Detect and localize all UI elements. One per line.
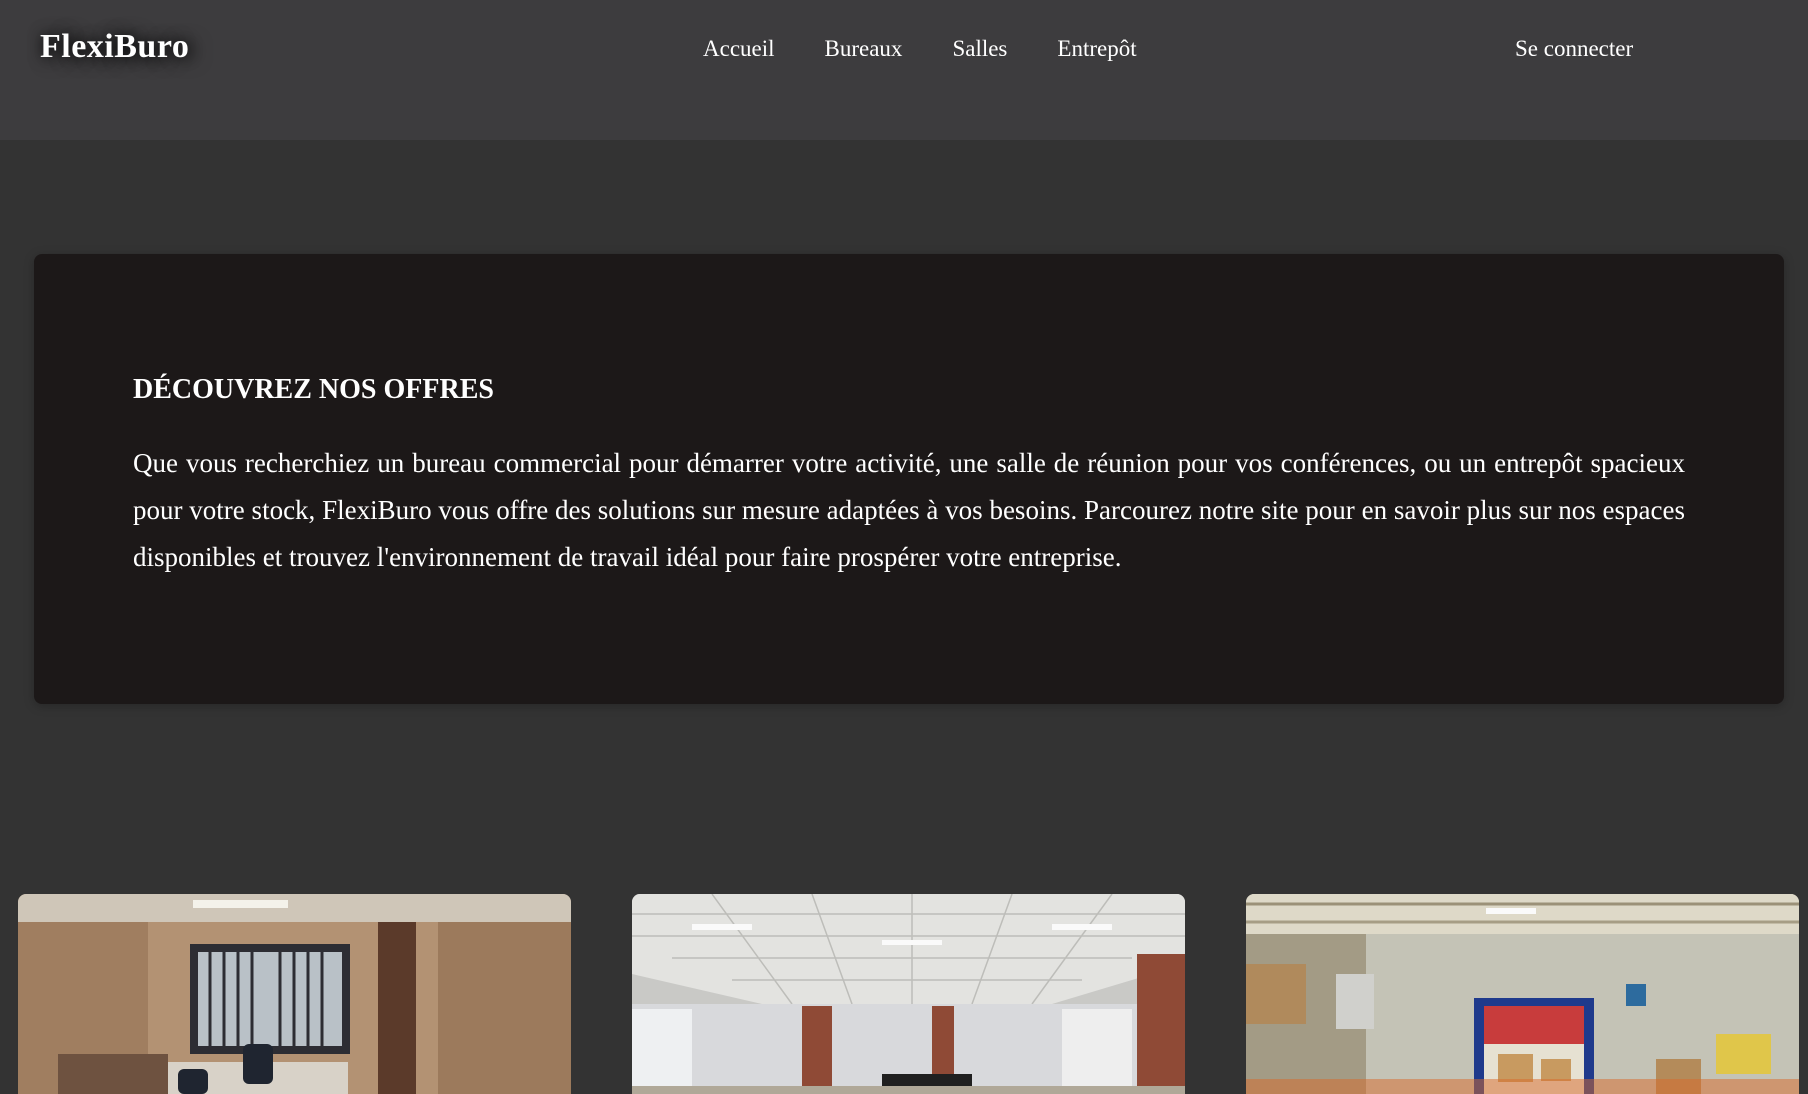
site-header: FlexiBuro Accueil Bureaux Salles Entrepô… [0, 0, 1808, 140]
nav-link-bureaux[interactable]: Bureaux [825, 36, 903, 62]
nav-link-salles[interactable]: Salles [952, 36, 1007, 62]
offers-section: DÉCOUVREZ NOS OFFRES Que vous recherchie… [34, 254, 1784, 704]
offers-description: Que vous recherchiez un bureau commercia… [133, 448, 1685, 572]
nav-link-entrepot[interactable]: Entrepôt [1057, 36, 1136, 62]
meeting-room-photo [632, 894, 1185, 1094]
main-nav: Accueil Bureaux Salles Entrepôt [703, 36, 1137, 62]
login-link[interactable]: Se connecter [1515, 36, 1633, 62]
nav-link-accueil[interactable]: Accueil [703, 36, 775, 62]
offer-cards [18, 894, 1799, 1094]
meeting-room-card-image[interactable] [632, 894, 1185, 1094]
offers-title: DÉCOUVREZ NOS OFFRES [133, 374, 494, 405]
warehouse-card-image[interactable] [1246, 894, 1799, 1094]
office-photo [18, 894, 571, 1094]
site-logo[interactable]: FlexiBuro [40, 28, 189, 66]
warehouse-photo [1246, 894, 1799, 1094]
office-card-image[interactable] [18, 894, 571, 1094]
